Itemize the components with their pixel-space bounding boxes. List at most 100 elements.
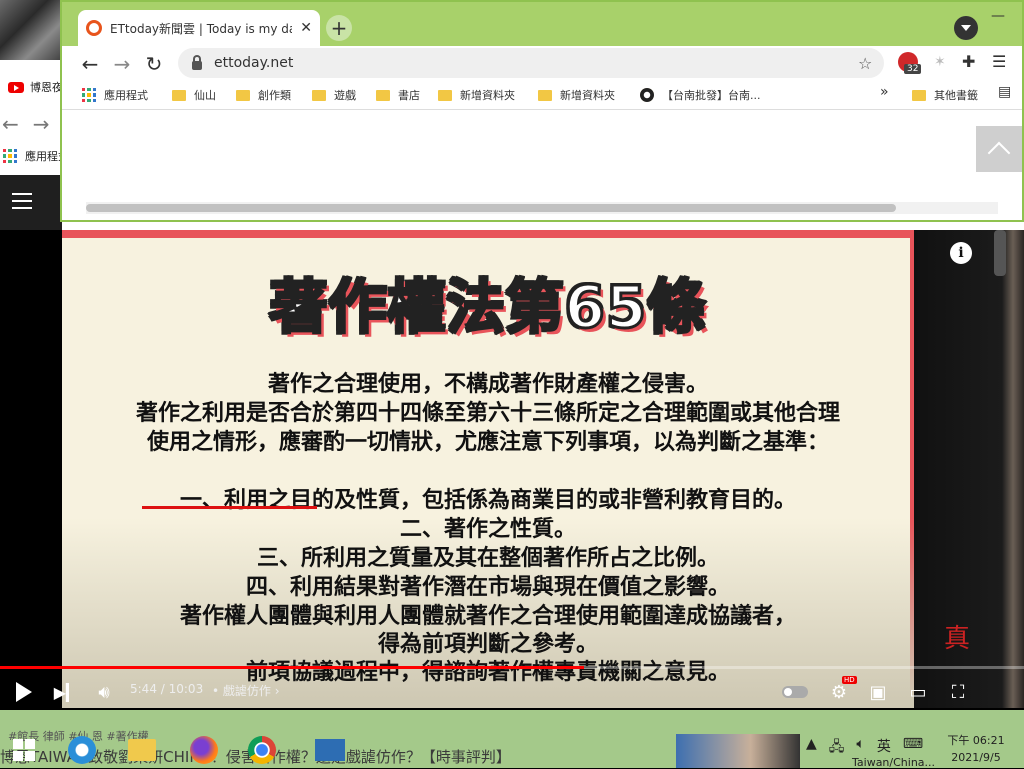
bookmark-label: 應用程式 <box>104 89 148 102</box>
address-bar[interactable]: ettoday.net <box>178 48 884 78</box>
bookmark-apps[interactable]: 應用程式 <box>82 87 148 103</box>
sync-app-icon <box>315 739 345 761</box>
forward-arrow-icon[interactable]: → <box>33 112 50 136</box>
other-bookmarks[interactable]: 其他書籤 <box>912 87 978 103</box>
news-thumbnail[interactable] <box>676 734 800 768</box>
bookmark-folder[interactable]: 書店 <box>376 87 420 103</box>
network-icon[interactable]: 🖧︎ <box>829 736 845 760</box>
bookmark-label: 其他書籤 <box>934 89 978 102</box>
slide-line: 著作之合理使用，不構成著作財產權之侵害。 <box>267 372 708 397</box>
taskbar-ie[interactable] <box>62 732 102 768</box>
progress-bar[interactable] <box>0 666 1024 669</box>
bookmark-label: 書店 <box>398 89 420 102</box>
folder-icon <box>236 89 250 101</box>
folder-icon <box>376 89 390 101</box>
apps-grid-icon <box>3 149 17 163</box>
next-button[interactable]: ▶▎ <box>54 678 79 706</box>
tab-title: ETtoday新聞雲 | Today is my day <box>110 21 293 36</box>
taskbar-sync[interactable] <box>310 732 350 768</box>
taskbar-clock[interactable]: 下午 06:21 2021/9/5 <box>946 732 1006 766</box>
back-arrow-icon[interactable]: ← <box>2 112 19 136</box>
bookmark-folder[interactable]: 新增資料夾 <box>538 87 615 103</box>
bookmark-folder[interactable]: 創作類 <box>236 87 291 103</box>
play-button[interactable] <box>10 678 38 706</box>
bookmarks-overflow-button[interactable]: » <box>880 84 889 100</box>
theater-mode-icon[interactable]: ▭ <box>904 678 932 706</box>
background-apps-bookmark[interactable]: 應用程式 <box>0 142 62 170</box>
back-arrow-icon[interactable]: ← <box>78 52 102 76</box>
firefox-icon <box>190 736 218 764</box>
file-explorer-icon <box>128 739 156 761</box>
scroll-to-top-button[interactable] <box>976 126 1022 172</box>
player-controls: ▶▎ 🔊︎ 5:44 / 10:03 • 戲謔仿作 › ⚙ HD ▣ ▭ ⛶ <box>0 674 1024 710</box>
chrome-window: ETtoday新聞雲 | Today is my day ✕ + — ← → ↻… <box>60 0 1024 222</box>
news-widget-label[interactable]: Taiwan/China... <box>852 756 935 769</box>
folder-icon <box>912 89 926 101</box>
slide-line: 四、利用結果對著作潛在市場與現在價值之影響。 <box>245 575 730 600</box>
taskbar: #館長 律師 #仙 恩 #著作權 博恩TAIWAN致敬劉樂妍CHINA！侵害著作… <box>0 710 1024 769</box>
miniplayer-icon[interactable]: ▣ <box>864 678 892 706</box>
slide-title: 著作權法第65條 <box>268 272 707 343</box>
reading-list-icon[interactable]: ☰ <box>992 52 1006 71</box>
slide-line: 著作之利用是否合於第四十四條至第六十三條所定之合理範圍或其他合理 <box>135 401 840 426</box>
hamburger-menu-icon[interactable] <box>12 193 32 209</box>
bookmark-label: 創作類 <box>258 89 291 102</box>
tab-search-dropdown-icon[interactable] <box>954 16 978 40</box>
tab-close-icon[interactable]: ✕ <box>300 20 312 36</box>
bookmark-folder[interactable]: 仙山 <box>172 87 216 103</box>
url-text: ettoday.net <box>214 55 294 71</box>
background-youtube-tab[interactable]: 博恩夜 <box>0 70 62 104</box>
folder-icon <box>438 89 452 101</box>
bookmark-label: 新增資料夾 <box>560 89 615 102</box>
info-icon[interactable]: i <box>950 242 972 264</box>
youtube-icon <box>8 81 24 93</box>
horizontal-scrollbar[interactable] <box>86 202 998 214</box>
new-tab-button[interactable]: + <box>326 15 352 41</box>
background-video-thumbnail[interactable] <box>0 0 60 60</box>
bookmark-label: 仙山 <box>194 89 216 102</box>
reading-mode-icon[interactable]: ▤ <box>998 84 1011 100</box>
minimize-icon[interactable]: — <box>978 8 1018 24</box>
clock-date: 2021/9/5 <box>951 751 1001 764</box>
scrollbar-thumb[interactable] <box>86 204 896 212</box>
taskbar-firefox[interactable] <box>184 732 224 768</box>
page-content <box>62 110 1022 220</box>
background-apps-label: 應用程式 <box>25 150 62 163</box>
video-player[interactable]: 著作權法第65條 著作之合理使用，不構成著作財產權之侵害。 著作之利用是否合於第… <box>0 230 1024 710</box>
apps-grid-icon <box>82 88 96 102</box>
progress-played <box>0 666 584 669</box>
chapter-title[interactable]: • 戲謔仿作 › <box>212 682 280 699</box>
taskbar-chrome[interactable] <box>242 732 282 768</box>
bookmark-folder[interactable]: 遊戲 <box>312 87 356 103</box>
puzzle-extensions-icon[interactable]: ✚ <box>962 52 975 71</box>
vertical-scrollbar[interactable] <box>994 230 1006 276</box>
extension-badge-count: 32 <box>904 64 922 74</box>
tray-chevron-icon[interactable]: ▲ <box>806 736 817 760</box>
reload-icon[interactable]: ↻ <box>142 52 166 76</box>
bookmark-label: 【台南批發】台南... <box>662 89 761 102</box>
background-nav: ← → <box>0 108 62 140</box>
lock-icon <box>192 54 202 70</box>
highlight-underline <box>142 506 317 509</box>
volume-icon[interactable]: 🔊︎ <box>90 678 118 706</box>
bookmark-folder[interactable]: 新增資料夾 <box>438 87 515 103</box>
slide-line: 一、利用之目的及性質，包括係為商業目的或非營利教育目的。 <box>179 488 796 513</box>
taskbar-explorer[interactable] <box>122 732 162 768</box>
hd-badge: HD <box>842 676 857 684</box>
autoplay-toggle[interactable] <box>780 678 810 706</box>
bookmark-label: 新增資料夾 <box>460 89 515 102</box>
background-tab-label: 博恩夜 <box>30 81 62 94</box>
folder-icon <box>172 89 186 101</box>
sparkle-extension-icon[interactable]: ✶ <box>934 54 946 70</box>
start-button[interactable] <box>4 732 44 768</box>
forward-arrow-icon[interactable]: → <box>110 52 134 76</box>
bookmark-star-icon[interactable]: ☆ <box>858 54 872 73</box>
browser-tab[interactable]: ETtoday新聞雲 | Today is my day ✕ <box>78 10 320 46</box>
chrome-icon <box>248 736 276 764</box>
bookmark-site[interactable]: 【台南批發】台南... <box>640 87 761 103</box>
folder-icon <box>538 89 552 101</box>
slide-line: 二、著作之性質。 <box>399 517 576 542</box>
clock-time: 下午 06:21 <box>947 734 1005 747</box>
seal-stamp: 真 <box>944 624 971 654</box>
fullscreen-icon[interactable]: ⛶ <box>944 678 972 706</box>
